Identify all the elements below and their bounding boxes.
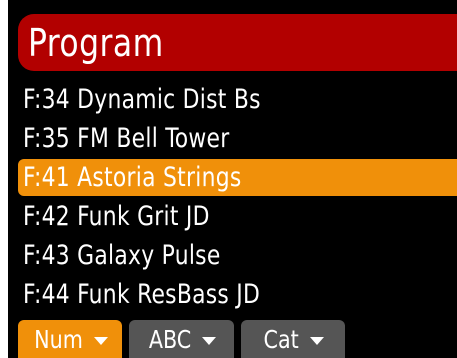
caret-down-icon (94, 337, 108, 345)
sort-tab-bar: Num ABC Cat (18, 320, 457, 358)
program-item-f43[interactable]: F:43 Galaxy Pulse (18, 237, 457, 274)
program-item-label: F:41 Astoria Strings (23, 162, 242, 193)
program-item-label: F:43 Galaxy Pulse (23, 240, 221, 271)
program-item-label: F:42 Funk Grit JD (23, 201, 210, 232)
program-item-f41-selected[interactable]: F:41 Astoria Strings (18, 159, 457, 196)
program-item-f42[interactable]: F:42 Funk Grit JD (18, 198, 457, 235)
tab-num[interactable]: Num (18, 320, 122, 358)
synth-display: Program F:34 Dynamic Dist Bs F:35 FM Bel… (8, 0, 457, 358)
caret-down-icon (309, 337, 324, 345)
program-list: F:34 Dynamic Dist Bs F:35 FM Bell Tower … (18, 81, 457, 315)
program-item-label: F:34 Dynamic Dist Bs (23, 84, 261, 115)
program-item-f34[interactable]: F:34 Dynamic Dist Bs (18, 81, 457, 118)
tab-cat[interactable]: Cat (241, 320, 345, 358)
program-item-f44[interactable]: F:44 Funk ResBass JD (18, 276, 457, 313)
tab-abc[interactable]: ABC (129, 320, 234, 358)
program-item-f35[interactable]: F:35 FM Bell Tower (18, 120, 457, 157)
tab-abc-label: ABC (148, 324, 192, 354)
program-header: Program (18, 14, 457, 71)
tab-cat-label: Cat (263, 324, 300, 354)
program-item-label: F:35 FM Bell Tower (23, 123, 230, 154)
program-item-label: F:44 Funk ResBass JD (23, 279, 261, 310)
page-title: Program (28, 20, 164, 65)
caret-down-icon (202, 337, 217, 345)
tab-num-label: Num (34, 324, 83, 354)
